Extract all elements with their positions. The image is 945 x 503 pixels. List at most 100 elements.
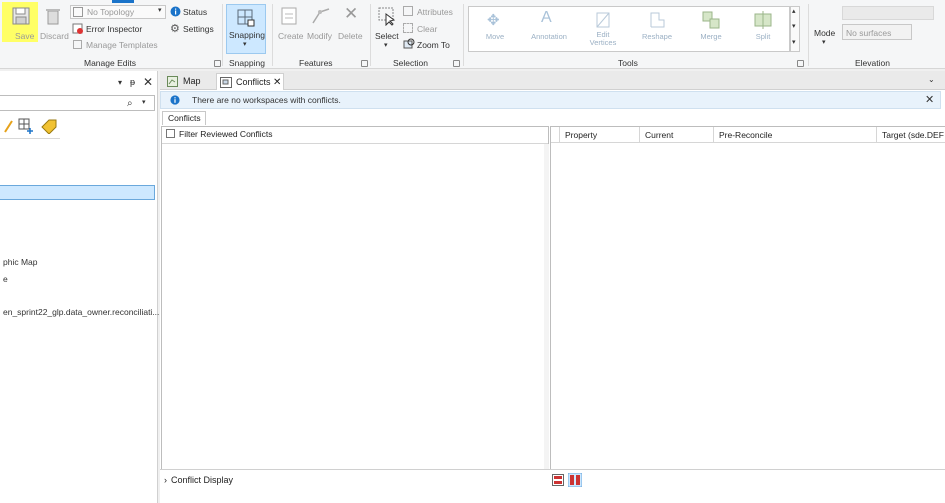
delete-button[interactable]: ✕ Delete: [337, 4, 365, 44]
map-icon: [167, 76, 178, 87]
ribbon: Save Discard No Topology ▾ Error Inspect…: [0, 0, 945, 69]
column-header-pre-reconcile[interactable]: Pre-Reconcile: [714, 127, 877, 143]
settings-button[interactable]: ⚙ Settings: [170, 22, 216, 36]
status-label: Status: [183, 7, 208, 17]
merge-label: Merge: [700, 32, 722, 41]
manage-edits-launcher-icon[interactable]: [214, 60, 221, 67]
elevation-slider[interactable]: [842, 6, 934, 20]
topology-value: No Topology: [87, 7, 135, 17]
divider: [272, 4, 273, 66]
active-tab-indicator: [112, 0, 134, 3]
mode-button[interactable]: Mode ▾: [812, 24, 840, 48]
merge-tool[interactable]: Merge: [685, 7, 737, 53]
move-icon: ✥: [487, 12, 500, 29]
attributes-button[interactable]: Attributes: [403, 5, 455, 19]
conflict-properties-grid: Property Current Pre-Reconcile Target (s…: [550, 126, 945, 470]
tab-map-label: Map: [183, 76, 201, 86]
list-vscroll[interactable]: [544, 144, 549, 469]
gallery-scrollbar[interactable]: ▴ ▾ ▾: [790, 6, 800, 52]
discard-icon: [46, 9, 60, 25]
edit-vertices-tool[interactable]: Edit Vertices: [577, 7, 629, 53]
annotation-icon: A: [541, 9, 552, 26]
templates-icon: [73, 40, 82, 49]
close-icon[interactable]: ✕: [273, 74, 281, 91]
mode-label: Mode: [814, 28, 836, 38]
features-launcher-icon[interactable]: [361, 60, 368, 67]
column-header-target[interactable]: Target (sde.DEF: [877, 127, 945, 143]
manage-templates-button[interactable]: Manage Templates: [70, 38, 166, 52]
status-button[interactable]: Status: [170, 5, 212, 19]
snapping-button[interactable]: Snapping ▾: [226, 4, 266, 54]
divider: [370, 4, 371, 66]
modify-button[interactable]: Modify: [306, 4, 336, 44]
chevron-down-icon[interactable]: ▾: [118, 78, 122, 87]
error-inspector-button[interactable]: Error Inspector: [70, 22, 166, 36]
discard-button[interactable]: Discard: [38, 4, 70, 44]
surface-dropdown[interactable]: No surfaces: [842, 24, 912, 40]
divider: [808, 4, 809, 66]
edit-vertices-icon: [596, 12, 610, 28]
select-button[interactable]: Select ▾: [374, 4, 400, 49]
conflict-display-expander[interactable]: › Conflict Display: [164, 475, 233, 485]
list-item[interactable]: phic Map: [3, 257, 38, 267]
column-header-current[interactable]: Current: [640, 127, 714, 143]
tools-group-label: Tools: [618, 58, 638, 68]
tools-launcher-icon[interactable]: [797, 60, 804, 67]
layout-side-by-side-icon[interactable]: [568, 473, 582, 487]
annotation-tool[interactable]: A Annotation: [523, 7, 575, 53]
search-input[interactable]: ⌕ ▾: [0, 95, 155, 111]
settings-label: Settings: [183, 24, 214, 34]
chevron-down-icon: ▾: [158, 7, 162, 14]
error-inspector-icon: [72, 23, 83, 34]
select-label: Select: [375, 31, 399, 41]
expand-gallery-icon[interactable]: ▾: [792, 38, 796, 46]
close-icon[interactable]: ✕: [143, 75, 153, 89]
topology-dropdown[interactable]: No Topology ▾: [70, 5, 166, 19]
selection-launcher-icon[interactable]: [453, 60, 460, 67]
tab-map[interactable]: Map: [164, 73, 201, 90]
list-item[interactable]: e: [3, 274, 8, 284]
info-message: There are no workspaces with conflicts.: [192, 95, 341, 105]
list-item[interactable]: en_sprint22_glp.data_owner.reconciliati.…: [3, 307, 159, 317]
info-icon: [170, 95, 180, 105]
save-icon: [12, 7, 30, 25]
chevron-down-icon[interactable]: ▾: [792, 22, 796, 30]
create-label: Create: [278, 31, 304, 41]
divider: [222, 4, 223, 66]
split-label: Split: [755, 32, 771, 41]
edit-pencil-icon[interactable]: [3, 119, 13, 133]
move-tool[interactable]: ✥ Move: [469, 7, 521, 53]
add-grid-icon[interactable]: [18, 118, 34, 134]
tag-icon[interactable]: [40, 118, 58, 134]
column-header-property[interactable]: Property: [560, 127, 640, 143]
clear-button[interactable]: Clear: [403, 22, 443, 36]
pin-icon[interactable]: ᵽ: [130, 77, 135, 87]
tab-conflicts-list[interactable]: Conflicts: [162, 111, 206, 125]
layout-stacked-icon[interactable]: [552, 474, 564, 486]
filter-reviewed-checkbox[interactable]: Filter Reviewed Conflicts: [166, 129, 273, 141]
list-header-underline: [162, 143, 548, 144]
move-label: Move: [485, 32, 505, 41]
reshape-tool[interactable]: Reshape: [631, 7, 683, 53]
create-button[interactable]: Create: [276, 4, 304, 44]
tab-conflicts[interactable]: Conflicts ✕: [216, 73, 284, 90]
selection-group-label: Selection: [393, 58, 428, 68]
save-button[interactable]: Save: [4, 4, 38, 44]
edit-vertices-label: Edit Vertices: [589, 30, 617, 47]
gear-icon: ⚙: [170, 23, 180, 35]
snapping-icon: [237, 9, 255, 27]
zoom-to-button[interactable]: Zoom To: [403, 38, 453, 52]
close-icon[interactable]: ✕: [925, 93, 934, 106]
topology-icon: [73, 7, 83, 17]
selected-row[interactable]: [0, 185, 155, 200]
chevron-down-icon[interactable]: ⌄: [928, 75, 935, 84]
annotation-label: Annotation: [531, 32, 567, 41]
toolbar-underline: [0, 138, 60, 139]
checkbox-icon: [166, 129, 175, 138]
main-view: Map Conflicts ✕ ⌄ There are no workspace…: [160, 71, 945, 503]
divider: [463, 4, 464, 66]
delete-icon: ✕: [344, 4, 359, 23]
chevron-up-icon[interactable]: ▴: [792, 7, 796, 15]
split-tool[interactable]: Split: [737, 7, 789, 53]
select-icon: [378, 7, 396, 26]
